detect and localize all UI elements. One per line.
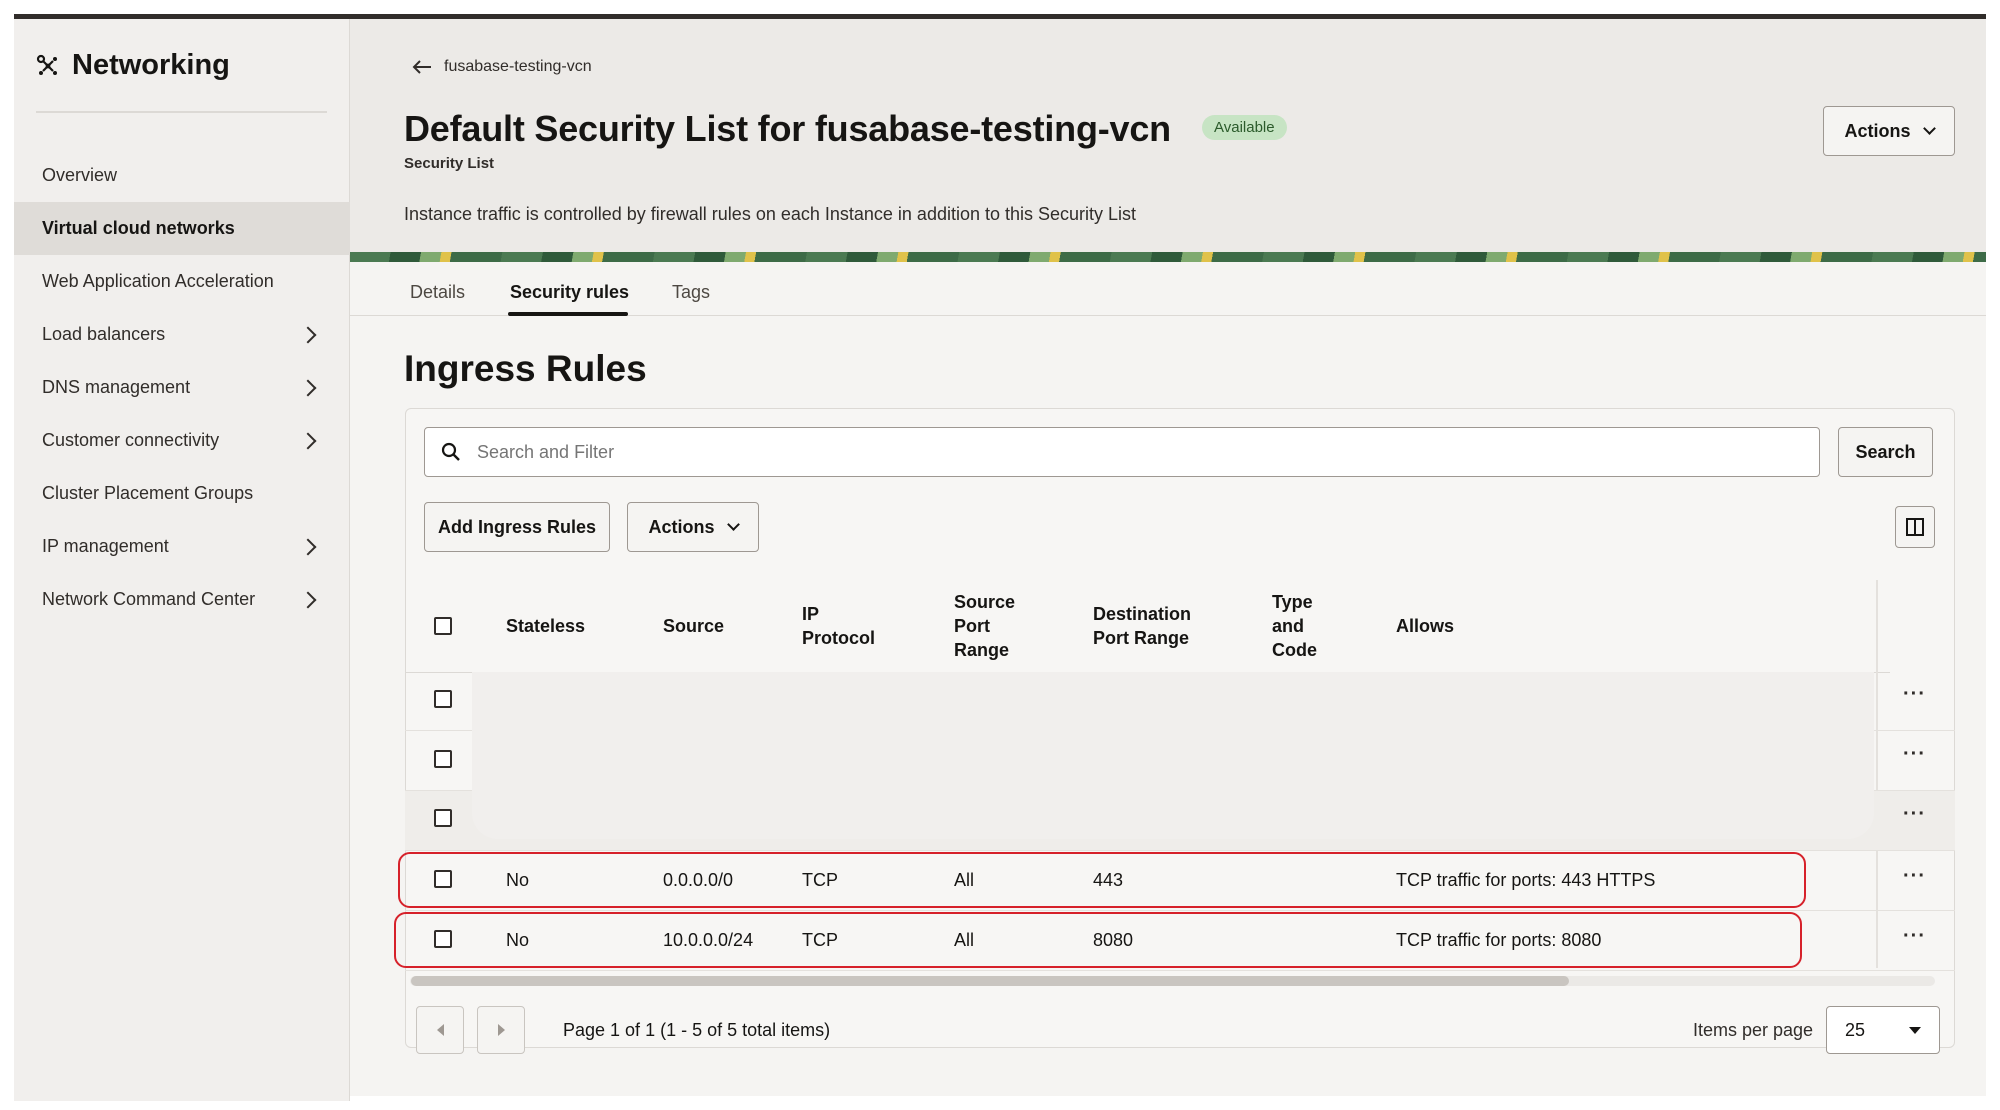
sidebar-divider bbox=[36, 111, 327, 113]
sidebar-item-label: IP management bbox=[42, 536, 169, 556]
highlight-annotation bbox=[394, 912, 1802, 968]
column-header-line: Protocol bbox=[802, 628, 876, 648]
column-header-line: Source bbox=[954, 592, 1016, 612]
column-header-line: Port bbox=[954, 616, 990, 636]
select-all-checkbox[interactable] bbox=[434, 617, 452, 635]
row-checkbox[interactable] bbox=[434, 809, 452, 827]
column-header-source[interactable]: Source bbox=[663, 614, 724, 638]
row-checkbox[interactable] bbox=[434, 690, 452, 708]
tab-details[interactable]: Details bbox=[410, 282, 465, 303]
sidebar-item-dns-management[interactable]: DNS management bbox=[14, 361, 350, 414]
table-actions-label: Actions bbox=[648, 516, 715, 537]
sidebar-item-virtual-cloud-networks[interactable]: Virtual cloud networks bbox=[14, 202, 350, 255]
sidebar-brand: Networking bbox=[36, 49, 230, 82]
column-header-line: IP bbox=[802, 604, 820, 624]
column-header-type-and-code[interactable]: Type and Code bbox=[1272, 590, 1317, 662]
sidebar-item-label: Load balancers bbox=[42, 324, 166, 344]
status-badge: Available bbox=[1202, 115, 1287, 140]
sidebar-item-network-command-center[interactable]: Network Command Center bbox=[14, 573, 350, 626]
columns-icon bbox=[1906, 518, 1924, 536]
sidebar-item-customer-connectivity[interactable]: Customer connectivity bbox=[14, 414, 350, 467]
sidebar: Networking Overview Virtual cloud networ… bbox=[14, 19, 350, 1101]
sidebar-item-cluster-placement-groups[interactable]: Cluster Placement Groups bbox=[14, 467, 350, 520]
row-actions-menu[interactable]: ··· bbox=[1903, 683, 1926, 706]
chevron-right-icon bbox=[299, 538, 317, 555]
arrow-left-icon bbox=[412, 60, 431, 74]
chevron-right-icon bbox=[299, 591, 317, 608]
sidebar-item-load-balancers[interactable]: Load balancers bbox=[14, 308, 350, 361]
sidebar-nav: Overview Virtual cloud networks Web Appl… bbox=[14, 149, 350, 626]
page-title: Default Security List for fusabase-testi… bbox=[404, 108, 1171, 149]
caret-left-icon bbox=[436, 1024, 444, 1036]
row-actions-menu[interactable]: ··· bbox=[1903, 743, 1926, 766]
items-per-page-label: Items per page bbox=[1693, 1020, 1814, 1040]
sidebar-item-overview[interactable]: Overview bbox=[14, 149, 350, 202]
active-tab-indicator bbox=[508, 312, 628, 316]
column-header-line: Destination bbox=[1093, 604, 1192, 624]
column-header-line: and bbox=[1272, 616, 1305, 636]
items-per-page-select[interactable]: 25 bbox=[1826, 1006, 1940, 1054]
sidebar-item-label: Virtual cloud networks bbox=[42, 218, 235, 238]
column-header-ip-protocol[interactable]: IP Protocol bbox=[802, 602, 875, 650]
column-header-destination-port-range[interactable]: Destination Port Range bbox=[1093, 602, 1191, 650]
header-actions-label: Actions bbox=[1844, 120, 1911, 141]
column-header-stateless[interactable]: Stateless bbox=[506, 614, 585, 638]
tab-security-rules[interactable]: Security rules bbox=[510, 282, 629, 303]
column-header-line: Type bbox=[1272, 592, 1313, 612]
column-header-line: Range bbox=[954, 640, 1010, 660]
next-page-button[interactable] bbox=[477, 1006, 525, 1054]
sidebar-brand-label: Networking bbox=[72, 49, 230, 81]
column-header-source-port-range[interactable]: Source Port Range bbox=[954, 590, 1015, 662]
tab-tags[interactable]: Tags bbox=[672, 282, 710, 303]
sidebar-item-ip-management[interactable]: IP management bbox=[14, 520, 350, 573]
column-settings-button[interactable] bbox=[1895, 506, 1935, 548]
chevron-right-icon bbox=[299, 326, 317, 343]
breadcrumb-label: fusabase-testing-vcn bbox=[444, 58, 592, 75]
highlight-annotation bbox=[398, 852, 1806, 908]
row-actions-menu[interactable]: ··· bbox=[1903, 865, 1926, 888]
search-input[interactable] bbox=[477, 441, 1777, 463]
page-description: Instance traffic is controlled by firewa… bbox=[404, 204, 1137, 224]
page-subtitle: Security List bbox=[404, 155, 495, 172]
column-header-allows[interactable]: Allows bbox=[1396, 614, 1454, 638]
sidebar-item-label: Customer connectivity bbox=[42, 430, 220, 450]
chevron-down-icon bbox=[1922, 121, 1936, 135]
header-banner-stripe bbox=[350, 252, 1986, 262]
search-button[interactable]: Search bbox=[1838, 427, 1933, 477]
search-input-wrapper[interactable] bbox=[424, 427, 1820, 477]
sidebar-item-label: DNS management bbox=[42, 377, 191, 397]
sidebar-item-web-application-acceleration[interactable]: Web Application Acceleration bbox=[14, 255, 350, 308]
previous-page-button[interactable] bbox=[416, 1006, 464, 1054]
column-header-line: Port Range bbox=[1093, 628, 1190, 648]
search-icon bbox=[441, 442, 460, 461]
caret-right-icon bbox=[497, 1024, 505, 1036]
row-actions-menu[interactable]: ··· bbox=[1903, 925, 1926, 948]
table-actions-button[interactable]: Actions bbox=[627, 502, 759, 552]
section-title: Ingress Rules bbox=[404, 348, 647, 389]
row-checkbox[interactable] bbox=[434, 750, 452, 768]
sidebar-item-label: Network Command Center bbox=[42, 589, 256, 609]
header-actions-button[interactable]: Actions bbox=[1823, 106, 1955, 156]
chevron-right-icon bbox=[299, 432, 317, 449]
chevron-down-icon bbox=[726, 517, 740, 531]
chevron-right-icon bbox=[299, 379, 317, 396]
caret-down-icon bbox=[1909, 1026, 1921, 1034]
row-actions-menu[interactable]: ··· bbox=[1903, 803, 1926, 826]
breadcrumb-back-link[interactable]: fusabase-testing-vcn bbox=[412, 58, 592, 76]
sidebar-item-label: Overview bbox=[42, 165, 118, 185]
horizontal-scrollbar-thumb[interactable] bbox=[411, 976, 1569, 986]
networking-icon bbox=[36, 54, 57, 75]
column-header-line: Code bbox=[1272, 640, 1317, 660]
items-per-page-value: 25 bbox=[1845, 1019, 1866, 1040]
sidebar-item-label: Cluster Placement Groups bbox=[42, 483, 254, 503]
loading-overlay-panel bbox=[472, 672, 1874, 839]
sidebar-item-label: Web Application Acceleration bbox=[42, 271, 274, 291]
pagination-status: Page 1 of 1 (1 - 5 of 5 total items) bbox=[563, 1020, 831, 1040]
tab-bar: Details Security rules Tags bbox=[350, 262, 1986, 316]
add-ingress-rules-button[interactable]: Add Ingress Rules bbox=[424, 502, 610, 552]
